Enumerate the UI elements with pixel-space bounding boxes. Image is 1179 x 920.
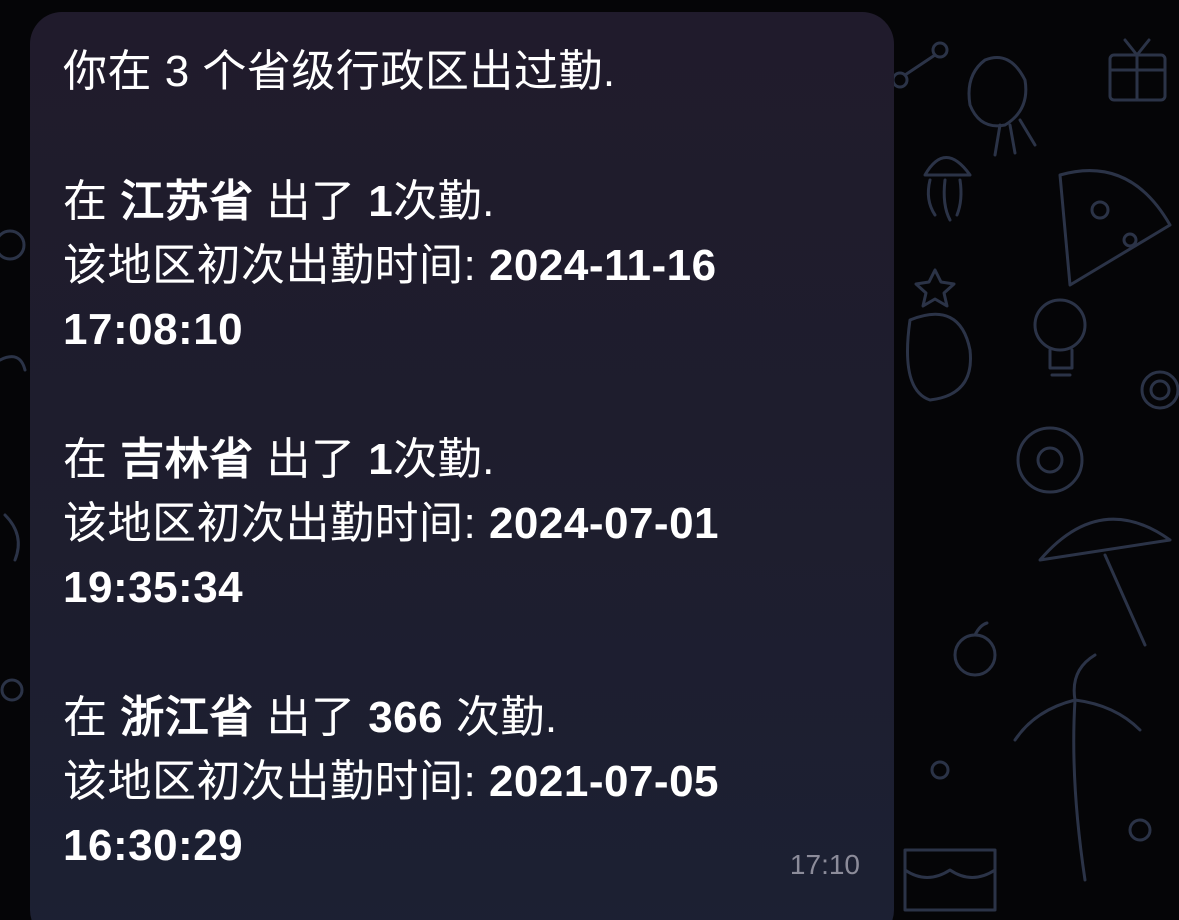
first-attendance-time: 16:30:29 — [63, 821, 244, 870]
first-attendance-line: 该地区初次出勤时间: 2021-07-05 — [63, 750, 862, 814]
chat-background: 你在 3 个省级行政区出过勤. 在 江苏省 出了 1次勤. 该地区初次出勤时间:… — [0, 0, 1179, 920]
first-attendance-date: 2024-11-16 — [488, 241, 717, 290]
first-attendance-label: 该地区初次出勤时间: — [63, 757, 489, 806]
squid-doodle-icon — [967, 56, 1037, 157]
first-attendance-date: 2024-07-01 — [488, 499, 720, 548]
first-attendance-date: 2021-07-05 — [488, 757, 720, 806]
intro-text: 你在 3 个省级行政区出过勤. — [63, 47, 616, 96]
province-name: 浙江省 — [120, 693, 254, 742]
fruit-doodle-icon — [953, 621, 997, 677]
star-doodle-icon — [914, 268, 956, 308]
first-attendance-time: 19:35:34 — [63, 563, 244, 612]
blob-doodle-icon — [906, 312, 972, 402]
jellyfish-doodle-icon — [923, 156, 972, 222]
first-attendance-label: 该地区初次出勤时间: — [63, 499, 489, 548]
first-attendance-time: 17:08:10 — [63, 305, 244, 354]
first-attendance-label: 该地区初次出勤时间: — [63, 241, 489, 290]
bone-doodle-icon — [891, 41, 949, 89]
first-attendance-line: 该地区初次出勤时间: 2024-07-01 — [63, 492, 862, 556]
left-edge-doodle-icon — [0, 229, 27, 702]
entry-mid: 出了 — [253, 435, 369, 484]
palm-tree-doodle-icon — [1013, 653, 1142, 882]
entry-suffix: 次勤. — [393, 435, 495, 484]
entry-suffix: 次勤. — [393, 177, 495, 226]
entry-prefix: 在 — [63, 435, 121, 484]
entry-prefix: 在 — [63, 693, 121, 742]
province-entry-jilin: 在 吉林省 出了 1次勤. — [63, 428, 862, 492]
first-attendance-line: 该地区初次出勤时间: 2024-11-16 — [63, 234, 862, 298]
entry-mid: 出了 — [253, 177, 369, 226]
message-bubble[interactable]: 你在 3 个省级行政区出过勤. 在 江苏省 出了 1次勤. 该地区初次出勤时间:… — [30, 12, 894, 920]
province-entry-zhejiang: 在 浙江省 出了 366 次勤. — [63, 686, 862, 750]
spiral-doodle-icon — [1140, 370, 1179, 410]
province-entry-jiangsu: 在 江苏省 出了 1次勤. — [63, 170, 862, 234]
umbrella-doodle-icon — [1038, 517, 1172, 647]
entry-mid: 出了 — [253, 693, 369, 742]
cake-doodle-icon — [903, 848, 997, 912]
entry-suffix: 次勤. — [443, 693, 558, 742]
province-name: 吉林省 — [120, 435, 254, 484]
lightbulb-doodle-icon — [1033, 298, 1087, 377]
entry-prefix: 在 — [63, 177, 121, 226]
gift-doodle-icon — [1108, 38, 1167, 102]
message-timestamp: 17:10 — [789, 849, 860, 880]
attendance-count: 366 — [368, 693, 444, 742]
attendance-count: 1 — [368, 177, 394, 226]
province-name: 江苏省 — [120, 177, 254, 226]
pizza-doodle-icon — [1058, 169, 1172, 287]
dots-doodle-icon — [930, 760, 1152, 842]
eight-ball-doodle-icon — [1016, 426, 1084, 494]
attendance-count: 1 — [368, 435, 394, 484]
